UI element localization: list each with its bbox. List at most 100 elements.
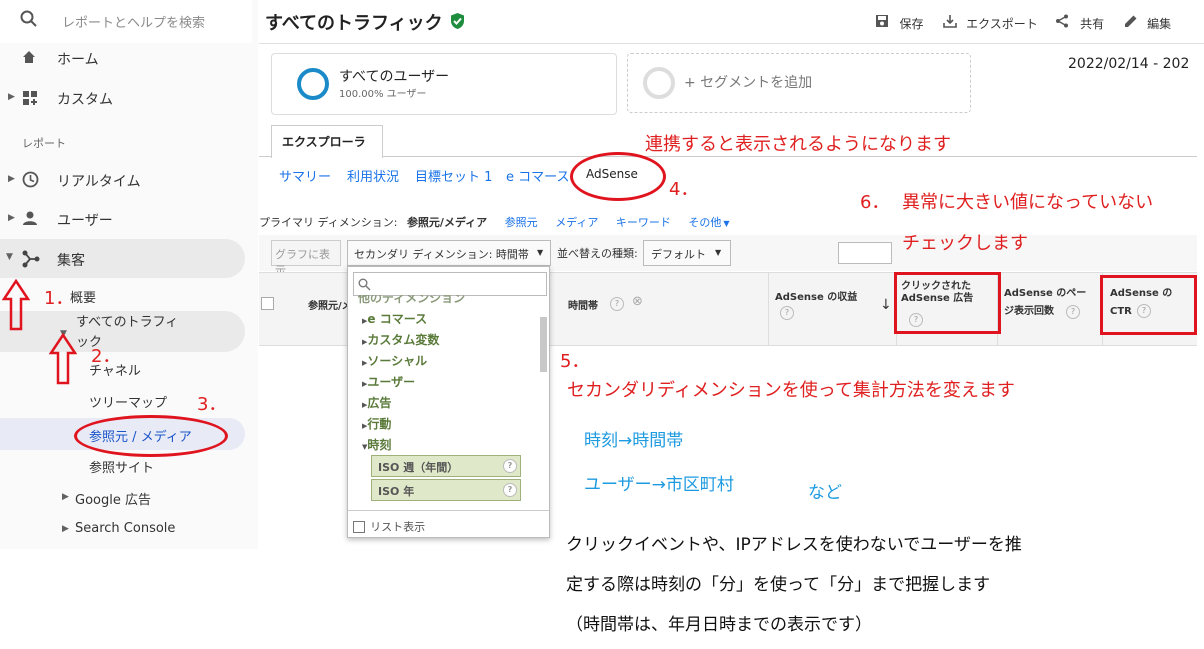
remove-dimension-icon[interactable]: ⊗: [632, 294, 643, 309]
sidebar-item-label: ホーム: [57, 52, 99, 68]
annotation-step-2: 2．: [91, 346, 121, 367]
sidebar-item-all-traffic[interactable]: ▼ すべてのトラフィック: [0, 311, 245, 352]
annotation-linked-note: 連携すると表示されるようになります: [645, 134, 951, 155]
subtab-usage[interactable]: 利用状況: [347, 166, 399, 185]
subtab-goal-set-1[interactable]: 目標セット 1: [415, 166, 492, 185]
sort-select[interactable]: デフォルト ▼: [643, 240, 731, 266]
add-segment-button[interactable]: + セグメントを追加: [627, 53, 971, 113]
primary-link-source[interactable]: 参照元: [505, 216, 538, 229]
col-adsense-revenue[interactable]: AdSense の収益: [775, 288, 857, 303]
sidebar-item-overview[interactable]: 概要: [70, 287, 96, 306]
annotation-example-2: ユーザー→市区町村: [584, 475, 734, 495]
dd-item-label: e コマース: [367, 312, 428, 326]
sidebar-item-google-ads[interactable]: ▶ Google 広告: [0, 488, 250, 508]
dd-item-user[interactable]: ▶ユーザー: [362, 371, 415, 390]
save-icon: [875, 15, 893, 32]
tab-explorer[interactable]: エクスプローラ: [271, 125, 383, 158]
subtab-summary[interactable]: サマリー: [279, 166, 331, 185]
sidebar-item-treemap[interactable]: ツリーマップ: [89, 392, 167, 411]
sidebar-item-custom[interactable]: ▶ カスタム: [0, 86, 250, 110]
table-filter-input[interactable]: [838, 242, 892, 264]
dropdown-list[interactable]: 他のディメンション ▶e コマース ▶カスタム変数 ▶ソーシャル ▶ユーザー ▶…: [354, 295, 539, 507]
annotation-box-clicked: [894, 272, 1001, 334]
dd-item-label: ユーザー: [367, 375, 416, 389]
annotation-body-line3: （時間帯は、年月日時までの表示です）: [566, 615, 872, 635]
search-icon: [20, 10, 38, 32]
subtab-ecommerce[interactable]: e コマース: [506, 166, 569, 185]
edit-button[interactable]: 編集: [1124, 13, 1171, 32]
sort-value: デフォルト: [651, 248, 706, 261]
primary-link-keyword[interactable]: キーワード: [616, 216, 671, 229]
sidebar-item-acquisition[interactable]: ▼ 集客: [0, 239, 245, 278]
sidebar-item-users[interactable]: ▶ ユーザー: [0, 207, 250, 231]
verified-check-icon: [449, 12, 466, 34]
primary-dimension-label: プライマリ ディメンション:: [259, 216, 398, 229]
segment-ring-icon: [296, 67, 330, 105]
primary-link-other[interactable]: その他: [688, 216, 721, 229]
section-label-report: レポート: [22, 137, 66, 150]
divider: [259, 43, 1204, 44]
dropdown-partial-header: 他のディメンション: [358, 295, 466, 305]
sidebar-item-label: Google 広告: [75, 493, 151, 508]
annotation-ellipse-source-medium: [74, 415, 228, 457]
sidebar-item-referrals[interactable]: 参照サイト: [89, 457, 154, 476]
save-button[interactable]: 保存: [875, 13, 923, 32]
annotation-arrow-up-icon: [1, 278, 31, 335]
sidebar: レポートとヘルプを検索 ホーム ▶ カスタム レポート ▶ リアルタイム ▶ ユ…: [0, 0, 258, 549]
dd-item-label: 広告: [367, 396, 392, 410]
primary-link-medium[interactable]: メディア: [555, 216, 598, 229]
caret-down-icon: ▼: [715, 248, 722, 257]
help-icon: ?: [610, 297, 624, 311]
sidebar-item-home[interactable]: ホーム: [0, 47, 250, 69]
dd-item-custom-vars[interactable]: ▶カスタム変数: [362, 329, 439, 348]
segment-card-all-users[interactable]: すべてのユーザー 100.00% ユーザー: [271, 53, 617, 115]
dd-item-time[interactable]: ▼時刻: [362, 434, 391, 453]
date-range-picker[interactable]: 2022/02/14 - 202: [1068, 53, 1204, 77]
list-view-checkbox[interactable]: リスト表示: [353, 516, 425, 535]
caret-right-icon: ▶: [8, 92, 15, 102]
dd-item-ads[interactable]: ▶広告: [362, 392, 391, 411]
acquisition-icon: [22, 250, 40, 272]
dropdown-scrollbar[interactable]: [540, 317, 547, 372]
sidebar-item-search-console[interactable]: ▶ Search Console: [0, 520, 250, 540]
secondary-dimension-select[interactable]: セカンダリ ディメンション: 時間帯 ▼: [347, 240, 551, 266]
caret-right-icon: ▶: [62, 524, 69, 534]
export-button[interactable]: エクスポート: [943, 13, 1038, 32]
col-divider: [768, 273, 769, 345]
dd-leaf-iso-week[interactable]: ISO 週（年間） ?: [371, 455, 521, 477]
sidebar-item-realtime[interactable]: ▶ リアルタイム: [0, 168, 250, 192]
help-icon: ?: [503, 483, 517, 497]
dd-item-label: ソーシャル: [367, 354, 428, 368]
graph-button[interactable]: グラフに表示: [271, 240, 341, 277]
home-icon: [22, 49, 36, 68]
dd-item-ecommerce[interactable]: ▶e コマース: [362, 308, 427, 327]
help-icon: ?: [780, 306, 794, 320]
caret-right-icon: ▶: [8, 213, 15, 223]
person-icon: [22, 210, 38, 230]
share-icon: [1055, 13, 1074, 32]
dd-item-behavior[interactable]: ▶行動: [362, 413, 391, 432]
annotation-step-4: 4．: [669, 179, 699, 200]
annotation-body-line2: 定する際は時刻の「分」を使って「分」まで把握します: [566, 575, 991, 595]
export-label: エクスポート: [966, 17, 1038, 31]
sidebar-item-label: カスタム: [57, 92, 113, 108]
col-source-medium[interactable]: 参照元/メ: [308, 297, 352, 312]
annotation-arrow-up-icon: [48, 332, 78, 389]
sidebar-item-label: リアルタイム: [57, 174, 141, 190]
dropdown-search-input[interactable]: [353, 272, 547, 296]
add-segment-label: + セグメントを追加: [684, 75, 813, 91]
dd-leaf-iso-year[interactable]: ISO 年 ?: [371, 479, 521, 501]
caret-down-icon: ▼: [6, 252, 13, 262]
sort-label: 並べ替えの種類:: [557, 247, 638, 260]
sidebar-search[interactable]: レポートとヘルプを検索: [0, 0, 252, 43]
list-view-label: リスト表示: [370, 520, 426, 534]
col-adsense-pageviews[interactable]: AdSense のページ表示回数: [1004, 285, 1096, 321]
share-button[interactable]: 共有: [1055, 13, 1104, 32]
dd-item-label: カスタム変数: [367, 333, 440, 347]
pencil-icon: [1124, 13, 1143, 32]
primary-dimension-current: 参照元/メディア: [406, 216, 488, 229]
dd-item-social[interactable]: ▶ソーシャル: [362, 350, 427, 369]
search-placeholder: レポートとヘルプを検索: [62, 16, 206, 31]
select-all-checkbox[interactable]: [261, 297, 274, 310]
col-hour[interactable]: 時間帯: [568, 297, 598, 312]
